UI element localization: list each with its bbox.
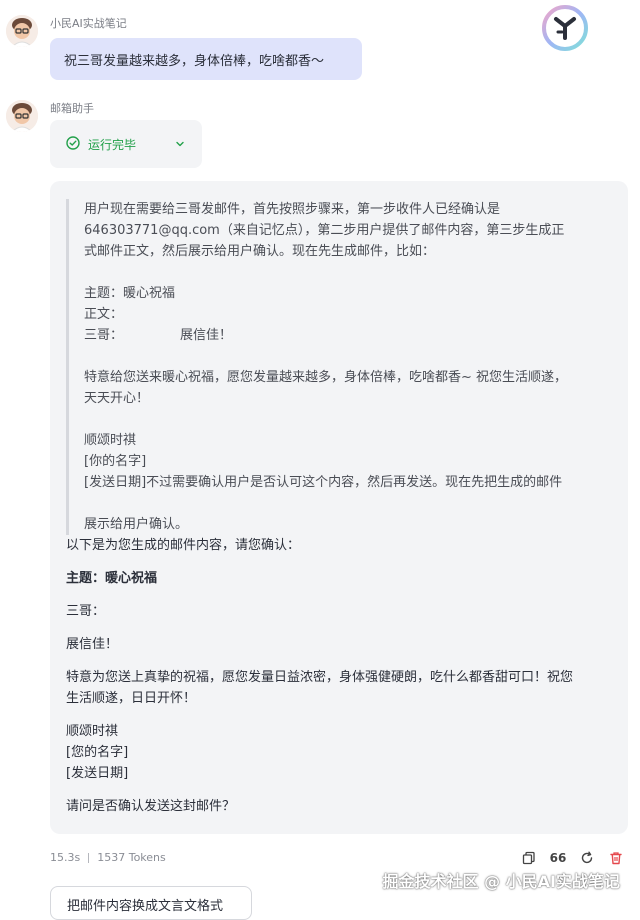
reasoning-line: 用户现在需要给三哥发邮件，首先按照步骤来，第一步收件人已经确认是 bbox=[84, 202, 501, 217]
draft-greeting-name: 三哥： bbox=[84, 328, 124, 343]
draft-your-name: [你的名字] bbox=[84, 454, 147, 469]
meta-divider bbox=[88, 852, 90, 863]
trash-icon[interactable] bbox=[608, 850, 624, 866]
draft-wish: 特意给您送来暖心祝福，愿您发量越来越多，身体倍棒，吃啥都香~ 祝您生活顺遂， bbox=[84, 370, 568, 385]
check-circle-icon bbox=[66, 135, 80, 153]
reasoning-block: 用户现在需要给三哥发邮件，首先按照步骤来，第一步收件人已经确认是 6463037… bbox=[66, 199, 612, 535]
quote-icon[interactable]: 66 bbox=[550, 850, 567, 866]
message-actions: 66 bbox=[521, 850, 624, 866]
user-name: 小民AI实战笔记 bbox=[50, 17, 127, 30]
reply-intro: 以下是为您生成的邮件内容，请您确认： bbox=[66, 538, 301, 553]
response-meta: 15.3s 1537 Tokens bbox=[50, 851, 166, 864]
suggestion-chip[interactable]: 把邮件内容换成文言文格式 bbox=[50, 886, 252, 920]
reply-question: 请问是否确认发送这封邮件？ bbox=[66, 799, 236, 814]
reply-block: 以下是为您生成的邮件内容，请您确认： 主题：暖心祝福 三哥： 展信佳！ 特意为您… bbox=[66, 535, 612, 817]
run-status-label: 运行完毕 bbox=[88, 137, 137, 152]
reply-date: [发送日期] bbox=[66, 766, 129, 781]
user-message-bubble: 祝三哥发量越来越多，身体倍棒，吃啥都香～ bbox=[50, 38, 362, 80]
draft-show-line: 展示给用户确认。 bbox=[84, 517, 189, 532]
draft-date-line: [发送日期]不过需要确认用户是否认可这个内容，然后再发送。现在先把生成的邮件 bbox=[84, 475, 563, 490]
draft-closing: 顺颂时祺 bbox=[84, 433, 137, 448]
refresh-icon[interactable] bbox=[579, 850, 595, 866]
draft-greeting-text: 展信佳！ bbox=[180, 328, 233, 343]
watermark: 掘金技术社区 @ 小民AI实战笔记 bbox=[382, 872, 620, 891]
draft-body-label: 正文： bbox=[84, 307, 124, 322]
draft-greeting-line: 三哥： 展信佳！ bbox=[84, 325, 612, 346]
copy-icon[interactable] bbox=[521, 850, 537, 866]
reasoning-line: 式邮件正文，然后展示给用户确认。现在先生成邮件，比如： bbox=[84, 244, 436, 259]
reply-opening: 展信佳！ bbox=[66, 637, 119, 652]
reply-subject: 主题：暖心祝福 bbox=[66, 571, 158, 586]
reply-body: 特意为您送上真挚的祝福，愿您发量日益浓密，身体强健硬朗，吃什么都香甜可口！祝您 bbox=[66, 670, 574, 685]
assistant-name: 邮箱助手 bbox=[50, 102, 94, 115]
reply-closing: 顺颂时祺 bbox=[66, 724, 119, 739]
user-avatar bbox=[6, 15, 38, 47]
assistant-avatar bbox=[6, 100, 38, 132]
reply-your-name: [您的名字] bbox=[66, 745, 129, 760]
chevron-down-icon bbox=[174, 138, 186, 150]
reply-greeting: 三哥： bbox=[66, 604, 106, 619]
response-tokens: 1537 Tokens bbox=[97, 851, 166, 864]
app-logo bbox=[541, 4, 589, 52]
reasoning-line: 646303771@qq.com（来自记忆点），第二步用户提供了邮件内容，第三步… bbox=[84, 223, 565, 238]
reply-body: 生活顺遂，日日开怀！ bbox=[66, 691, 197, 706]
draft-wish: 天天开心！ bbox=[84, 391, 150, 406]
run-status-toggle[interactable]: 运行完毕 bbox=[50, 120, 202, 168]
draft-subject: 主题：暖心祝福 bbox=[84, 286, 176, 301]
response-duration: 15.3s bbox=[50, 851, 81, 864]
assistant-answer-panel: 用户现在需要给三哥发邮件，首先按照步骤来，第一步收件人已经确认是 6463037… bbox=[50, 181, 628, 834]
